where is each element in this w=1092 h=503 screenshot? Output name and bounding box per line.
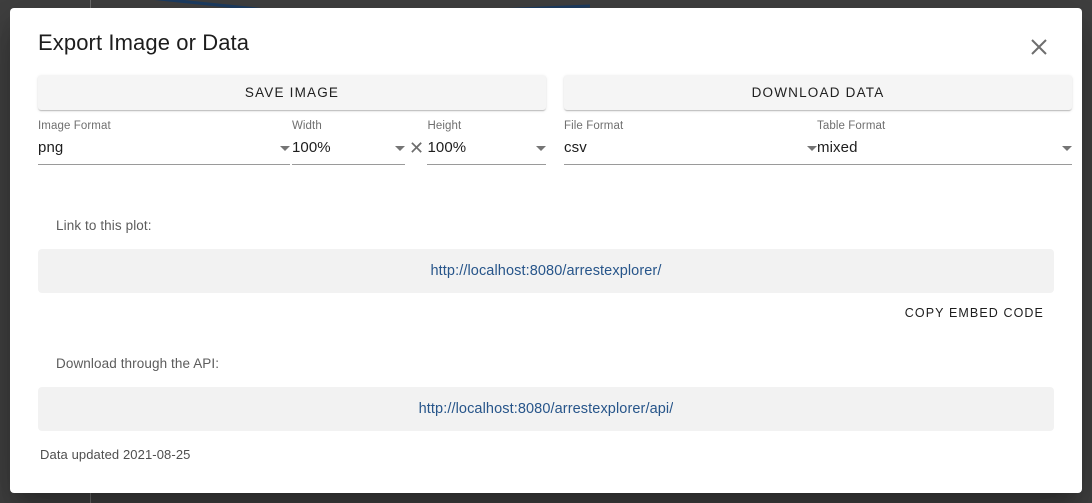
page-title: Export Image or Data [38, 28, 249, 58]
file-format-value-row: csv [564, 137, 817, 159]
data-export-fields: File Format csv Table Format mixed [564, 119, 1072, 165]
file-format-label: File Format [564, 119, 817, 133]
chevron-down-icon [807, 146, 817, 151]
image-height-select[interactable]: Height 100% [427, 119, 546, 165]
image-format-select[interactable]: Image Format png [38, 119, 290, 165]
dialog-header: Export Image or Data [38, 8, 1054, 60]
image-format-value-row: png [38, 137, 290, 159]
api-url-link[interactable]: http://localhost:8080/arrestexplorer/api… [419, 401, 674, 417]
save-image-button[interactable]: SAVE IMAGE [38, 75, 546, 110]
image-width-label: Width [292, 119, 406, 133]
image-width-value-row: 100% [292, 137, 406, 159]
plot-link-caption: Link to this plot: [56, 217, 1054, 235]
data-export-column: DOWNLOAD DATA File Format csv Table Form… [564, 75, 1072, 165]
export-dialog: Export Image or Data SAVE IMAGE Image Fo… [10, 8, 1082, 493]
data-updated-text: Data updated 2021-08-25 [40, 447, 1054, 462]
plot-link-section: Link to this plot: http://localhost:8080… [38, 217, 1054, 322]
copy-embed-row: COPY EMBED CODE [38, 304, 1054, 322]
image-export-fields: Image Format png Width 100% ✕ Height [38, 119, 546, 165]
api-link-section: Download through the API: http://localho… [38, 355, 1054, 431]
image-height-value-row: 100% [427, 137, 546, 159]
table-format-label: Table Format [817, 119, 1072, 133]
chevron-down-icon [536, 146, 546, 151]
file-format-value: csv [564, 137, 587, 159]
copy-embed-code-button[interactable]: COPY EMBED CODE [901, 304, 1048, 322]
close-button[interactable] [1026, 34, 1052, 60]
plot-url-link[interactable]: http://localhost:8080/arrestexplorer/ [431, 263, 662, 279]
file-format-select[interactable]: File Format csv [564, 119, 817, 159]
download-data-button[interactable]: DOWNLOAD DATA [564, 75, 1072, 110]
image-format-label: Image Format [38, 119, 290, 133]
image-width-value: 100% [292, 137, 331, 159]
export-columns: SAVE IMAGE Image Format png Width 100% [38, 75, 1054, 165]
chevron-down-icon [280, 146, 290, 151]
dimension-separator-icon: ✕ [405, 137, 427, 165]
close-icon [1030, 38, 1048, 56]
table-format-value-row: mixed [817, 137, 1072, 159]
image-format-value: png [38, 137, 63, 159]
plot-url-box: http://localhost:8080/arrestexplorer/ [38, 249, 1054, 293]
chevron-down-icon [395, 146, 405, 151]
table-format-select[interactable]: Table Format mixed [817, 119, 1072, 159]
image-height-value: 100% [427, 137, 466, 159]
table-format-value: mixed [817, 137, 858, 159]
image-width-select[interactable]: Width 100% [292, 119, 406, 165]
api-link-caption: Download through the API: [56, 355, 1054, 373]
image-height-label: Height [427, 119, 546, 133]
api-url-box: http://localhost:8080/arrestexplorer/api… [38, 387, 1054, 431]
chevron-down-icon [1062, 146, 1072, 151]
image-export-column: SAVE IMAGE Image Format png Width 100% [38, 75, 546, 165]
